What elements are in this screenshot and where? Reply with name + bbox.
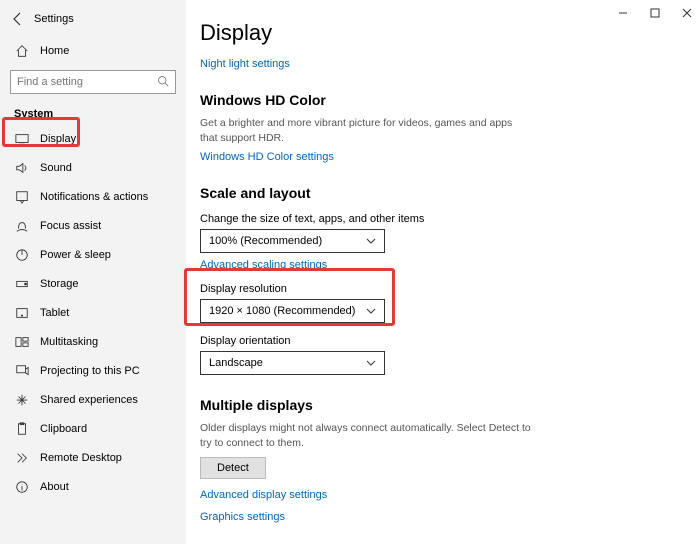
sidebar-item-clipboard[interactable]: Clipboard bbox=[0, 414, 186, 443]
orientation-label: Display orientation bbox=[200, 335, 532, 347]
chevron-down-icon bbox=[366, 358, 376, 368]
tablet-icon bbox=[14, 305, 30, 321]
sidebar-item-label: Projecting to this PC bbox=[40, 365, 140, 377]
clipboard-icon bbox=[14, 421, 30, 437]
resolution-label: Display resolution bbox=[200, 283, 532, 295]
sidebar-item-display[interactable]: Display bbox=[0, 124, 186, 153]
scale-dropdown[interactable]: 100% (Recommended) bbox=[200, 229, 385, 253]
sidebar-item-label: Power & sleep bbox=[40, 249, 111, 261]
minimize-button[interactable] bbox=[614, 4, 632, 22]
sidebar-item-tablet[interactable]: Tablet bbox=[0, 298, 186, 327]
multi-heading: Multiple displays bbox=[200, 397, 532, 413]
detect-button[interactable]: Detect bbox=[200, 457, 266, 479]
advanced-display-link[interactable]: Advanced display settings bbox=[200, 489, 532, 501]
multitasking-icon bbox=[14, 334, 30, 350]
projecting-icon bbox=[14, 363, 30, 379]
sidebar-item-label: Clipboard bbox=[40, 423, 87, 435]
remote-icon bbox=[14, 450, 30, 466]
hd-color-link[interactable]: Windows HD Color settings bbox=[200, 151, 532, 163]
shared-icon bbox=[14, 392, 30, 408]
about-icon bbox=[14, 479, 30, 495]
advanced-scaling-link[interactable]: Advanced scaling settings bbox=[200, 259, 532, 271]
scale-heading: Scale and layout bbox=[200, 185, 532, 201]
chevron-down-icon bbox=[366, 306, 376, 316]
power-icon bbox=[14, 247, 30, 263]
sidebar-item-label: Sound bbox=[40, 162, 72, 174]
sidebar-item-projecting[interactable]: Projecting to this PC bbox=[0, 356, 186, 385]
orientation-dropdown[interactable]: Landscape bbox=[200, 351, 385, 375]
back-button[interactable] bbox=[10, 11, 26, 27]
search-input-container[interactable] bbox=[10, 70, 176, 94]
sidebar-item-focus-assist[interactable]: Focus assist bbox=[0, 211, 186, 240]
scale-size-label: Change the size of text, apps, and other… bbox=[200, 213, 532, 225]
sidebar-item-sound[interactable]: Sound bbox=[0, 153, 186, 182]
sidebar-item-about[interactable]: About bbox=[0, 472, 186, 501]
sidebar-section-system: System bbox=[0, 100, 186, 124]
sidebar-item-storage[interactable]: Storage bbox=[0, 269, 186, 298]
sidebar-item-label: Focus assist bbox=[40, 220, 101, 232]
sidebar-item-label: Shared experiences bbox=[40, 394, 138, 406]
graphics-settings-link[interactable]: Graphics settings bbox=[200, 511, 532, 523]
hd-desc: Get a brighter and more vibrant picture … bbox=[200, 116, 532, 145]
sidebar-item-label: Display bbox=[40, 133, 76, 145]
sidebar-item-label: Tablet bbox=[40, 307, 69, 319]
sidebar-item-label: Storage bbox=[40, 278, 79, 290]
sidebar-item-notifications[interactable]: Notifications & actions bbox=[0, 182, 186, 211]
sidebar-item-multitasking[interactable]: Multitasking bbox=[0, 327, 186, 356]
sidebar-item-label: Remote Desktop bbox=[40, 452, 122, 464]
sidebar-item-label: About bbox=[40, 481, 69, 493]
close-button[interactable] bbox=[678, 4, 696, 22]
storage-icon bbox=[14, 276, 30, 292]
sidebar-item-power-sleep[interactable]: Power & sleep bbox=[0, 240, 186, 269]
sidebar-item-label: Notifications & actions bbox=[40, 191, 148, 203]
sidebar-item-shared-experiences[interactable]: Shared experiences bbox=[0, 385, 186, 414]
chevron-down-icon bbox=[366, 236, 376, 246]
home-label: Home bbox=[40, 45, 69, 57]
multi-desc: Older displays might not always connect … bbox=[200, 421, 532, 450]
home-icon bbox=[14, 43, 30, 59]
page-title: Display bbox=[200, 20, 532, 46]
display-icon bbox=[14, 131, 30, 147]
sidebar-home[interactable]: Home bbox=[0, 38, 186, 64]
night-light-link[interactable]: Night light settings bbox=[200, 58, 532, 70]
scale-value: 100% (Recommended) bbox=[209, 235, 322, 247]
search-icon bbox=[157, 75, 169, 90]
sidebar-item-label: Multitasking bbox=[40, 336, 98, 348]
maximize-button[interactable] bbox=[646, 4, 664, 22]
hd-heading: Windows HD Color bbox=[200, 92, 532, 108]
notifications-icon bbox=[14, 189, 30, 205]
sound-icon bbox=[14, 160, 30, 176]
sidebar-item-remote-desktop[interactable]: Remote Desktop bbox=[0, 443, 186, 472]
resolution-value: 1920 × 1080 (Recommended) bbox=[209, 305, 355, 317]
focus-assist-icon bbox=[14, 218, 30, 234]
orientation-value: Landscape bbox=[209, 357, 263, 369]
window-title: Settings bbox=[34, 13, 74, 25]
resolution-dropdown[interactable]: 1920 × 1080 (Recommended) bbox=[200, 299, 385, 323]
search-input[interactable] bbox=[17, 76, 169, 88]
